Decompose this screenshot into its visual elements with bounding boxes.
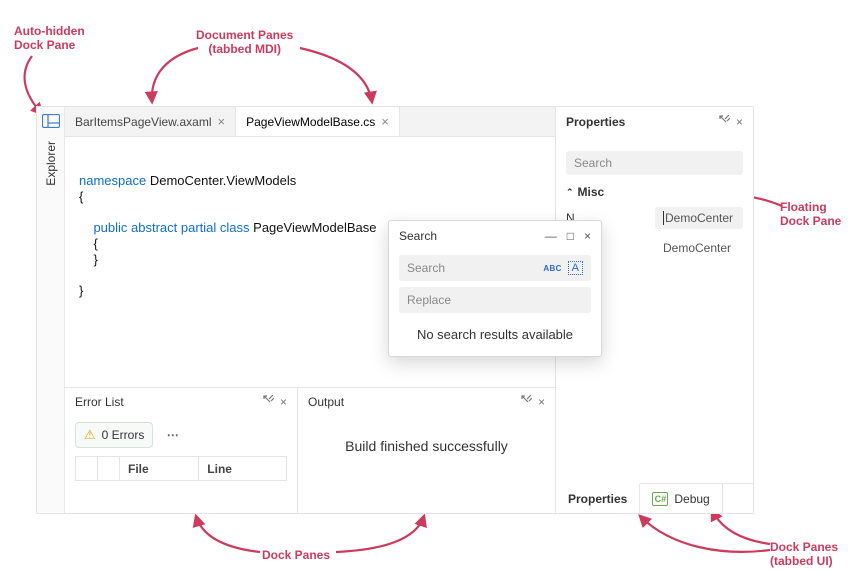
tab-properties[interactable]: Properties xyxy=(556,483,640,513)
code-text: PageViewModelBase xyxy=(250,220,377,235)
output-message: Build finished successfully xyxy=(345,438,508,454)
whole-word-icon[interactable]: A xyxy=(568,261,583,275)
search-input[interactable]: Search ABC A xyxy=(399,255,591,281)
error-table: File Line xyxy=(75,456,287,481)
callout-document-panes: Document Panes(tabbed MDI) xyxy=(196,28,293,57)
maximize-button[interactable]: □ xyxy=(567,229,574,243)
match-case-icon[interactable]: ABC xyxy=(543,264,561,273)
pin-icon[interactable] xyxy=(719,115,730,129)
table-header-empty xyxy=(98,457,120,481)
pane-header: Properties × xyxy=(556,107,753,137)
autohide-tab-explorer[interactable]: Explorer xyxy=(44,135,58,192)
code-text: { xyxy=(79,236,98,251)
tab-debug[interactable]: C# Debug xyxy=(640,484,722,513)
code-text: } xyxy=(79,252,98,267)
document-tab-label: BarItemsPageView.axaml xyxy=(75,115,212,129)
callout-autohide: Auto-hiddenDock Pane xyxy=(14,24,85,53)
error-list-body: ⚠ 0 Errors ⋯ File Line xyxy=(65,416,297,513)
callout-floating: FloatingDock Pane xyxy=(780,200,841,229)
pane-title: Output xyxy=(308,395,344,409)
close-icon[interactable]: × xyxy=(736,115,743,129)
search-placeholder: Search xyxy=(407,261,445,275)
autohide-strip: Explorer xyxy=(37,107,65,513)
close-icon[interactable]: × xyxy=(381,114,389,129)
output-pane: Output × Build finished successfully xyxy=(297,388,555,513)
pane-header: Output × xyxy=(298,388,555,416)
output-body: Build finished successfully xyxy=(298,416,555,513)
error-list-pane: Error List × ⚠ 0 Errors ⋯ xyxy=(65,388,297,513)
floating-window-titlebar[interactable]: Search — □ × xyxy=(389,221,601,251)
pane-title: Properties xyxy=(566,115,625,129)
section-header-misc[interactable]: ⌃ Misc xyxy=(556,183,753,203)
property-value: DemoCenter xyxy=(655,237,743,259)
right-dock-tabstrip: Properties C# Debug xyxy=(556,483,753,513)
code-text: { xyxy=(79,189,83,204)
dock-layout-icon[interactable] xyxy=(41,111,61,131)
csharp-icon: C# xyxy=(652,492,668,506)
document-tabstrip: BarItemsPageView.axaml × PageViewModelBa… xyxy=(65,107,555,137)
table-header-file: File xyxy=(120,457,199,481)
no-results-message: No search results available xyxy=(399,319,591,346)
keyword: public abstract partial class xyxy=(79,220,250,235)
replace-placeholder: Replace xyxy=(407,293,451,307)
replace-input[interactable]: Replace xyxy=(399,287,591,313)
pane-title: Error List xyxy=(75,395,124,409)
close-icon[interactable]: × xyxy=(218,114,226,129)
document-tab[interactable]: BarItemsPageView.axaml × xyxy=(65,107,236,136)
bottom-dock-row: Error List × ⚠ 0 Errors ⋯ xyxy=(65,387,555,513)
pane-header: Error List × xyxy=(65,388,297,416)
keyword: namespace xyxy=(79,173,146,188)
code-text: DemoCenter.ViewModels xyxy=(146,173,296,188)
error-count-label: 0 Errors xyxy=(102,428,145,442)
warning-icon: ⚠ xyxy=(84,427,96,443)
overflow-button[interactable]: ⋯ xyxy=(167,428,179,442)
floating-search-window[interactable]: Search — □ × Search ABC A Replace No sea… xyxy=(388,220,602,357)
close-icon[interactable]: × xyxy=(538,395,545,409)
callout-dock-panes: Dock Panes xyxy=(262,548,330,562)
floating-window-title: Search xyxy=(399,229,437,243)
document-tab-label: PageViewModelBase.cs xyxy=(246,115,375,129)
chevron-down-icon: ⌃ xyxy=(566,187,574,198)
floating-window-body: Search ABC A Replace No search results a… xyxy=(389,251,601,356)
minimize-button[interactable]: — xyxy=(545,229,557,243)
property-value-input[interactable]: DemoCenter xyxy=(655,207,743,229)
tab-label: Properties xyxy=(568,492,627,506)
properties-search-input[interactable]: Search xyxy=(566,151,743,175)
table-header-empty xyxy=(76,457,98,481)
callout-tabbed-ui: Dock Panes(tabbed UI) xyxy=(770,540,838,569)
section-label: Misc xyxy=(578,185,605,199)
table-header-line: Line xyxy=(199,457,287,481)
error-count-badge[interactable]: ⚠ 0 Errors xyxy=(75,422,153,448)
code-text: } xyxy=(79,283,83,298)
document-tab[interactable]: PageViewModelBase.cs × xyxy=(236,107,400,136)
pin-icon[interactable] xyxy=(521,395,532,409)
close-icon[interactable]: × xyxy=(584,229,591,243)
pin-icon[interactable] xyxy=(263,395,274,409)
tab-label: Debug xyxy=(674,492,709,506)
close-icon[interactable]: × xyxy=(280,395,287,409)
